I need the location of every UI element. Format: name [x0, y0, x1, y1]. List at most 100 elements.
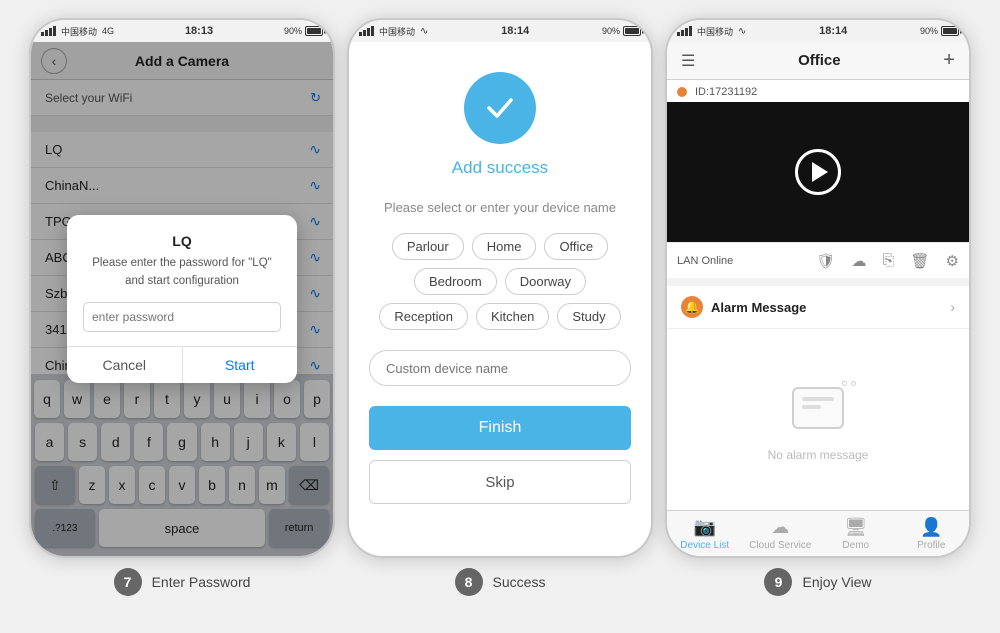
add-button[interactable]: + — [943, 49, 955, 72]
custom-device-name-input[interactable] — [369, 350, 631, 386]
carrier-2: 中国移动 — [379, 25, 415, 38]
battery-pct-2: 90% — [602, 26, 620, 36]
name-chips: Parlour Home Office Bedroom Doorway Rece… — [369, 233, 631, 330]
dot-1 — [842, 381, 847, 386]
tab-profile[interactable]: 👤 Profile — [894, 517, 970, 551]
skip-button[interactable]: Skip — [369, 460, 631, 504]
phone1-frame: 中国移动 4G 18:13 90% ‹ Add a Camera Select … — [29, 18, 335, 558]
camera-icons: 🛡 ☁ ⎘ 🗑 ⚙ — [816, 252, 959, 270]
demo-icon: 🖥 — [844, 517, 867, 538]
caption-num-1: 7 — [114, 568, 142, 596]
phone3-status-left: 中国移动 ∿ — [677, 25, 746, 38]
phone2-frame: 中国移动 ∿ 18:14 90% Add success Please sele… — [347, 18, 653, 558]
msg-line-1 — [802, 397, 834, 401]
camera-id-bar: ID:17231192 — [667, 80, 969, 102]
phone2-content: Add success Please select or enter your … — [349, 42, 651, 556]
alarm-icon: 🔔 — [681, 296, 703, 318]
empty-msg-box — [792, 387, 844, 429]
phone1-battery: 90% — [284, 26, 323, 36]
signal-bars-3 — [677, 26, 692, 36]
camera-video[interactable] — [667, 102, 969, 242]
chip-study[interactable]: Study — [557, 303, 620, 330]
alarm-empty-text: No alarm message — [768, 448, 869, 462]
dialog-message: Please enter the password for "LQ" and s… — [83, 255, 281, 290]
cloud-icon[interactable]: ☁ — [851, 252, 866, 270]
phone3-battery: 90% — [920, 26, 959, 36]
caption-num-3: 9 — [764, 568, 792, 596]
msg-lines — [794, 389, 842, 421]
alarm-section: 🔔 Alarm Message › — [667, 286, 969, 510]
chip-reception[interactable]: Reception — [379, 303, 468, 330]
success-circle — [464, 72, 536, 144]
phone3-time: 18:14 — [819, 25, 847, 37]
signal-bars-2 — [359, 26, 374, 36]
captions-row: 7 Enter Password 8 Success 9 Enjoy View — [9, 558, 991, 596]
tab-cloud-label: Cloud Service — [749, 540, 811, 551]
start-button[interactable]: Start — [183, 347, 298, 383]
phone3-nav: ☰ Office + — [667, 42, 969, 80]
password-input[interactable] — [83, 302, 281, 332]
phone3-content: ☰ Office + ID:17231192 LAN Online � — [667, 42, 969, 556]
tab-device-list[interactable]: 📷 Device List — [667, 517, 743, 551]
dots-decor — [842, 381, 856, 386]
shield-icon[interactable]: 🛡 — [816, 252, 835, 270]
chip-office[interactable]: Office — [544, 233, 608, 260]
caption-1: 7 Enter Password — [29, 568, 335, 596]
phone1-content: ‹ Add a Camera Select your WiFi ↻ LQ ∿ C… — [31, 42, 333, 556]
caption-text-3: Enjoy View — [802, 574, 871, 590]
cancel-button[interactable]: Cancel — [67, 347, 183, 383]
check-icon — [481, 89, 519, 127]
phone2-status-left: 中国移动 ∿ — [359, 25, 428, 38]
prompt-text: Please select or enter your device name — [384, 200, 616, 215]
phone1-status-bar: 中国移动 4G 18:13 90% — [31, 20, 333, 42]
battery-icon-3 — [941, 26, 959, 36]
chip-parlour[interactable]: Parlour — [392, 233, 464, 260]
chip-home[interactable]: Home — [472, 233, 537, 260]
tab-profile-label: Profile — [917, 540, 945, 551]
camera-status-text: LAN Online — [677, 255, 816, 267]
password-dialog: LQ Please enter the password for "LQ" an… — [67, 215, 297, 383]
phone3-status-bar: 中国移动 ∿ 18:14 90% — [667, 20, 969, 42]
carrier-3: 中国移动 — [697, 25, 733, 38]
screenshots-row: 中国移动 4G 18:13 90% ‹ Add a Camera Select … — [9, 0, 991, 558]
share-icon[interactable]: ⎘ — [882, 252, 894, 269]
phone1-status-left: 中国移动 4G — [41, 25, 114, 38]
hamburger-icon[interactable]: ☰ — [681, 51, 695, 71]
device-name-prompt: Please select or enter your device name — [376, 200, 624, 215]
tab-cloud-service[interactable]: ☁ Cloud Service — [743, 517, 819, 551]
battery-pct-3: 90% — [920, 26, 938, 36]
phone2-time: 18:14 — [501, 25, 529, 37]
chip-kitchen[interactable]: Kitchen — [476, 303, 549, 330]
signal-bars — [41, 26, 56, 36]
profile-icon: 👤 — [920, 517, 942, 538]
caption-num-2: 8 — [455, 568, 483, 596]
delete-icon[interactable]: 🗑 — [911, 252, 930, 270]
cloud-service-icon: ☁ — [771, 517, 789, 538]
network-type: 4G — [102, 26, 114, 36]
finish-button[interactable]: Finish — [369, 406, 631, 450]
caption-text-1: Enter Password — [152, 574, 251, 590]
carrier-text: 中国移动 — [61, 25, 97, 38]
tab-demo[interactable]: 🖥 Demo — [818, 517, 894, 551]
battery-icon — [305, 26, 323, 36]
wifi-2: ∿ — [420, 26, 428, 37]
alarm-empty-icon — [783, 378, 853, 438]
chip-doorway[interactable]: Doorway — [505, 268, 586, 295]
tab-device-list-label: Device List — [680, 540, 729, 551]
caption-3: 9 Enjoy View — [665, 568, 971, 596]
chip-bedroom[interactable]: Bedroom — [414, 268, 497, 295]
custom-input-wrap — [369, 350, 631, 386]
settings-icon[interactable]: ⚙ — [946, 252, 959, 270]
add-success-text: Add success — [452, 158, 548, 178]
caption-text-2: Success — [493, 574, 546, 590]
camera-id: ID:17231192 — [695, 86, 757, 98]
play-button[interactable] — [795, 149, 841, 195]
phone1-time: 18:13 — [185, 25, 213, 37]
alarm-arrow-icon[interactable]: › — [950, 299, 955, 315]
tab-bar: 📷 Device List ☁ Cloud Service 🖥 Demo 👤 P… — [667, 510, 969, 556]
dialog-overlay: LQ Please enter the password for "LQ" an… — [31, 42, 333, 556]
phone3-nav-title: Office — [798, 52, 841, 69]
camera-card: ID:17231192 LAN Online 🛡 ☁ ⎘ 🗑 ⚙ — [667, 80, 969, 278]
alarm-empty: No alarm message — [667, 329, 969, 510]
alarm-title: Alarm Message — [711, 300, 950, 315]
